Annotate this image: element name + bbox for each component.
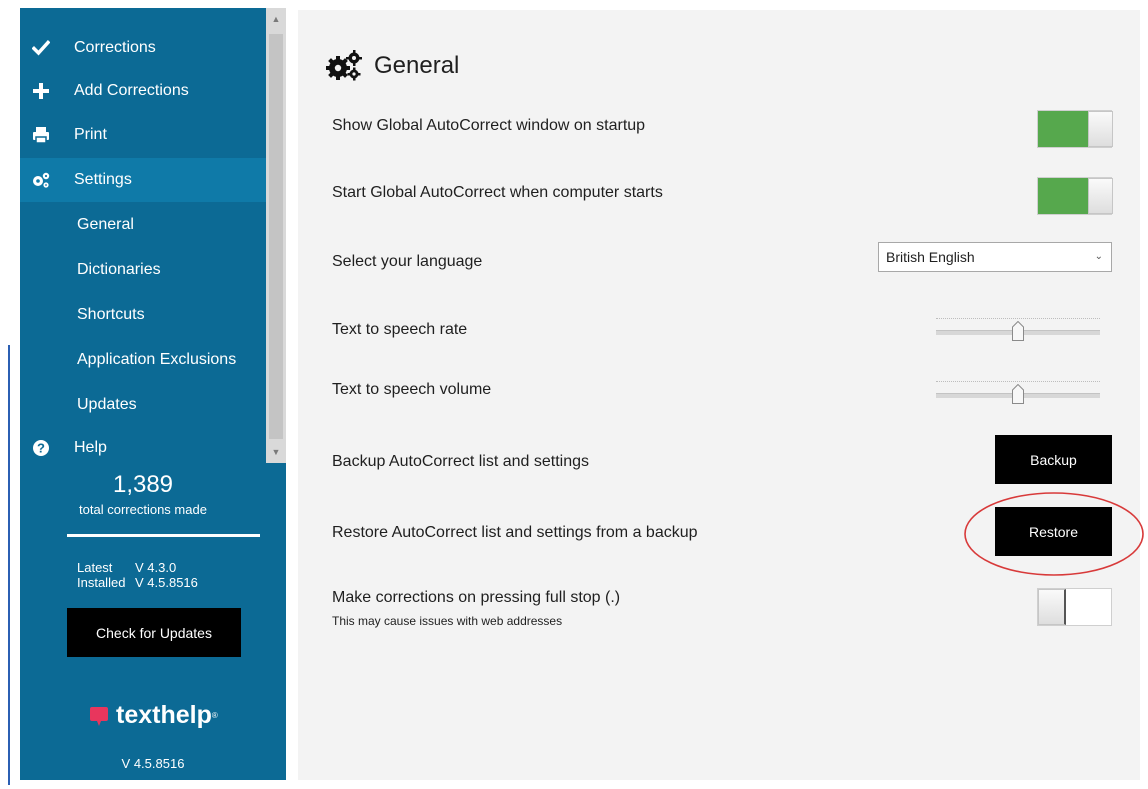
check-for-updates-button[interactable]: Check for Updates — [67, 608, 241, 657]
tts-volume-slider[interactable] — [936, 377, 1100, 407]
svg-text:?: ? — [37, 441, 45, 456]
app-version: V 4.5.8516 — [121, 756, 185, 771]
toggle-knob — [1088, 178, 1113, 214]
chevron-down-icon: ⌄ — [1094, 251, 1103, 262]
sidebar-subitem-updates[interactable]: Updates — [20, 383, 266, 427]
page-header: General — [326, 50, 459, 82]
sidebar-item-label: Application Exclusions — [77, 351, 237, 368]
slider-thumb[interactable] — [1012, 321, 1024, 341]
sidebar-item-label: Updates — [77, 396, 137, 413]
sidebar-subitem-application-exclusions[interactable]: Application Exclusions — [20, 338, 266, 382]
texthelp-logo: texthelp ® — [88, 701, 218, 730]
plus-icon — [30, 80, 52, 102]
slider-thumb[interactable] — [1012, 384, 1024, 404]
corrections-count-label: total corrections made — [79, 502, 207, 517]
page-title: General — [374, 52, 460, 79]
check-icon — [30, 37, 52, 59]
tts-rate-slider[interactable] — [936, 314, 1100, 344]
start-with-computer-label: Start Global AutoCorrect when computer s… — [332, 184, 663, 201]
sidebar-item-label: Settings — [74, 171, 132, 188]
toggle-knob — [1038, 589, 1066, 625]
logo-text: texthelp — [116, 701, 212, 729]
latest-version-value: V 4.3.0 — [135, 560, 177, 575]
sidebar-scrollbar[interactable]: ▲ ▼ — [266, 8, 286, 463]
sidebar-item-add-corrections[interactable]: Add Corrections — [20, 69, 266, 113]
full-stop-label: Make corrections on pressing full stop (… — [332, 589, 621, 606]
restore-button[interactable]: Restore — [995, 507, 1112, 556]
installed-version-row: Installed V 4.5.8516 — [77, 575, 198, 590]
sidebar-item-corrections[interactable]: Corrections — [20, 26, 266, 70]
installed-version-key: Installed — [77, 575, 126, 590]
chevron-down-icon[interactable]: ▼ — [266, 441, 286, 463]
installed-version-value: V 4.5.8516 — [135, 575, 198, 590]
restore-label: Restore AutoCorrect list and settings fr… — [332, 524, 698, 541]
question-circle-icon: ? — [30, 437, 52, 459]
tts-rate-label: Text to speech rate — [332, 321, 468, 338]
sidebar-subitem-shortcuts[interactable]: Shortcuts — [20, 293, 266, 337]
texthelp-logo-icon — [90, 706, 108, 726]
backup-button[interactable]: Backup — [995, 435, 1112, 484]
sidebar-item-label: Corrections — [74, 39, 156, 56]
printer-icon — [30, 124, 52, 146]
chevron-up-icon[interactable]: ▲ — [266, 8, 286, 30]
sidebar-item-label: Print — [74, 126, 107, 143]
sidebar: Corrections Add Corrections Print Settin… — [20, 8, 286, 780]
toggle-knob — [1088, 111, 1113, 147]
settings-panel: General Show Global AutoCorrect window o… — [298, 10, 1140, 780]
language-label: Select your language — [332, 253, 483, 270]
show-window-toggle[interactable] — [1037, 110, 1113, 148]
sidebar-item-help[interactable]: ? Help — [20, 426, 266, 470]
full-stop-toggle[interactable] — [1037, 588, 1112, 626]
sidebar-item-label: General — [77, 216, 134, 233]
latest-version-key: Latest — [77, 560, 113, 575]
tts-volume-label: Text to speech volume — [332, 381, 492, 398]
full-stop-note: This may cause issues with web addresses — [332, 614, 563, 628]
language-select[interactable]: British English ⌄ — [878, 242, 1112, 272]
corrections-count: 1,389 — [112, 471, 174, 498]
gears-icon — [30, 169, 52, 191]
gears-icon — [326, 50, 362, 81]
toggle-fill — [1038, 111, 1088, 147]
sidebar-subitem-general[interactable]: General — [20, 203, 266, 247]
start-with-computer-toggle[interactable] — [1037, 177, 1113, 215]
scrollbar-thumb[interactable] — [269, 34, 283, 439]
backup-label: Backup AutoCorrect list and settings — [332, 453, 590, 470]
sidebar-item-label: Help — [74, 439, 107, 456]
sidebar-subitem-dictionaries[interactable]: Dictionaries — [20, 248, 266, 292]
sidebar-item-settings[interactable]: Settings — [20, 158, 266, 202]
sidebar-item-print[interactable]: Print — [20, 113, 266, 157]
sidebar-item-label: Shortcuts — [77, 306, 145, 323]
divider — [67, 534, 260, 537]
toggle-fill — [1038, 178, 1088, 214]
language-select-value: British English — [886, 249, 975, 265]
sidebar-item-label: Add Corrections — [74, 82, 189, 99]
latest-version-row: Latest V 4.3.0 — [77, 560, 176, 575]
show-window-label: Show Global AutoCorrect window on startu… — [332, 117, 646, 134]
sidebar-item-label: Dictionaries — [77, 261, 161, 278]
trademark-mark: ® — [211, 711, 218, 720]
window-edge — [8, 345, 10, 785]
